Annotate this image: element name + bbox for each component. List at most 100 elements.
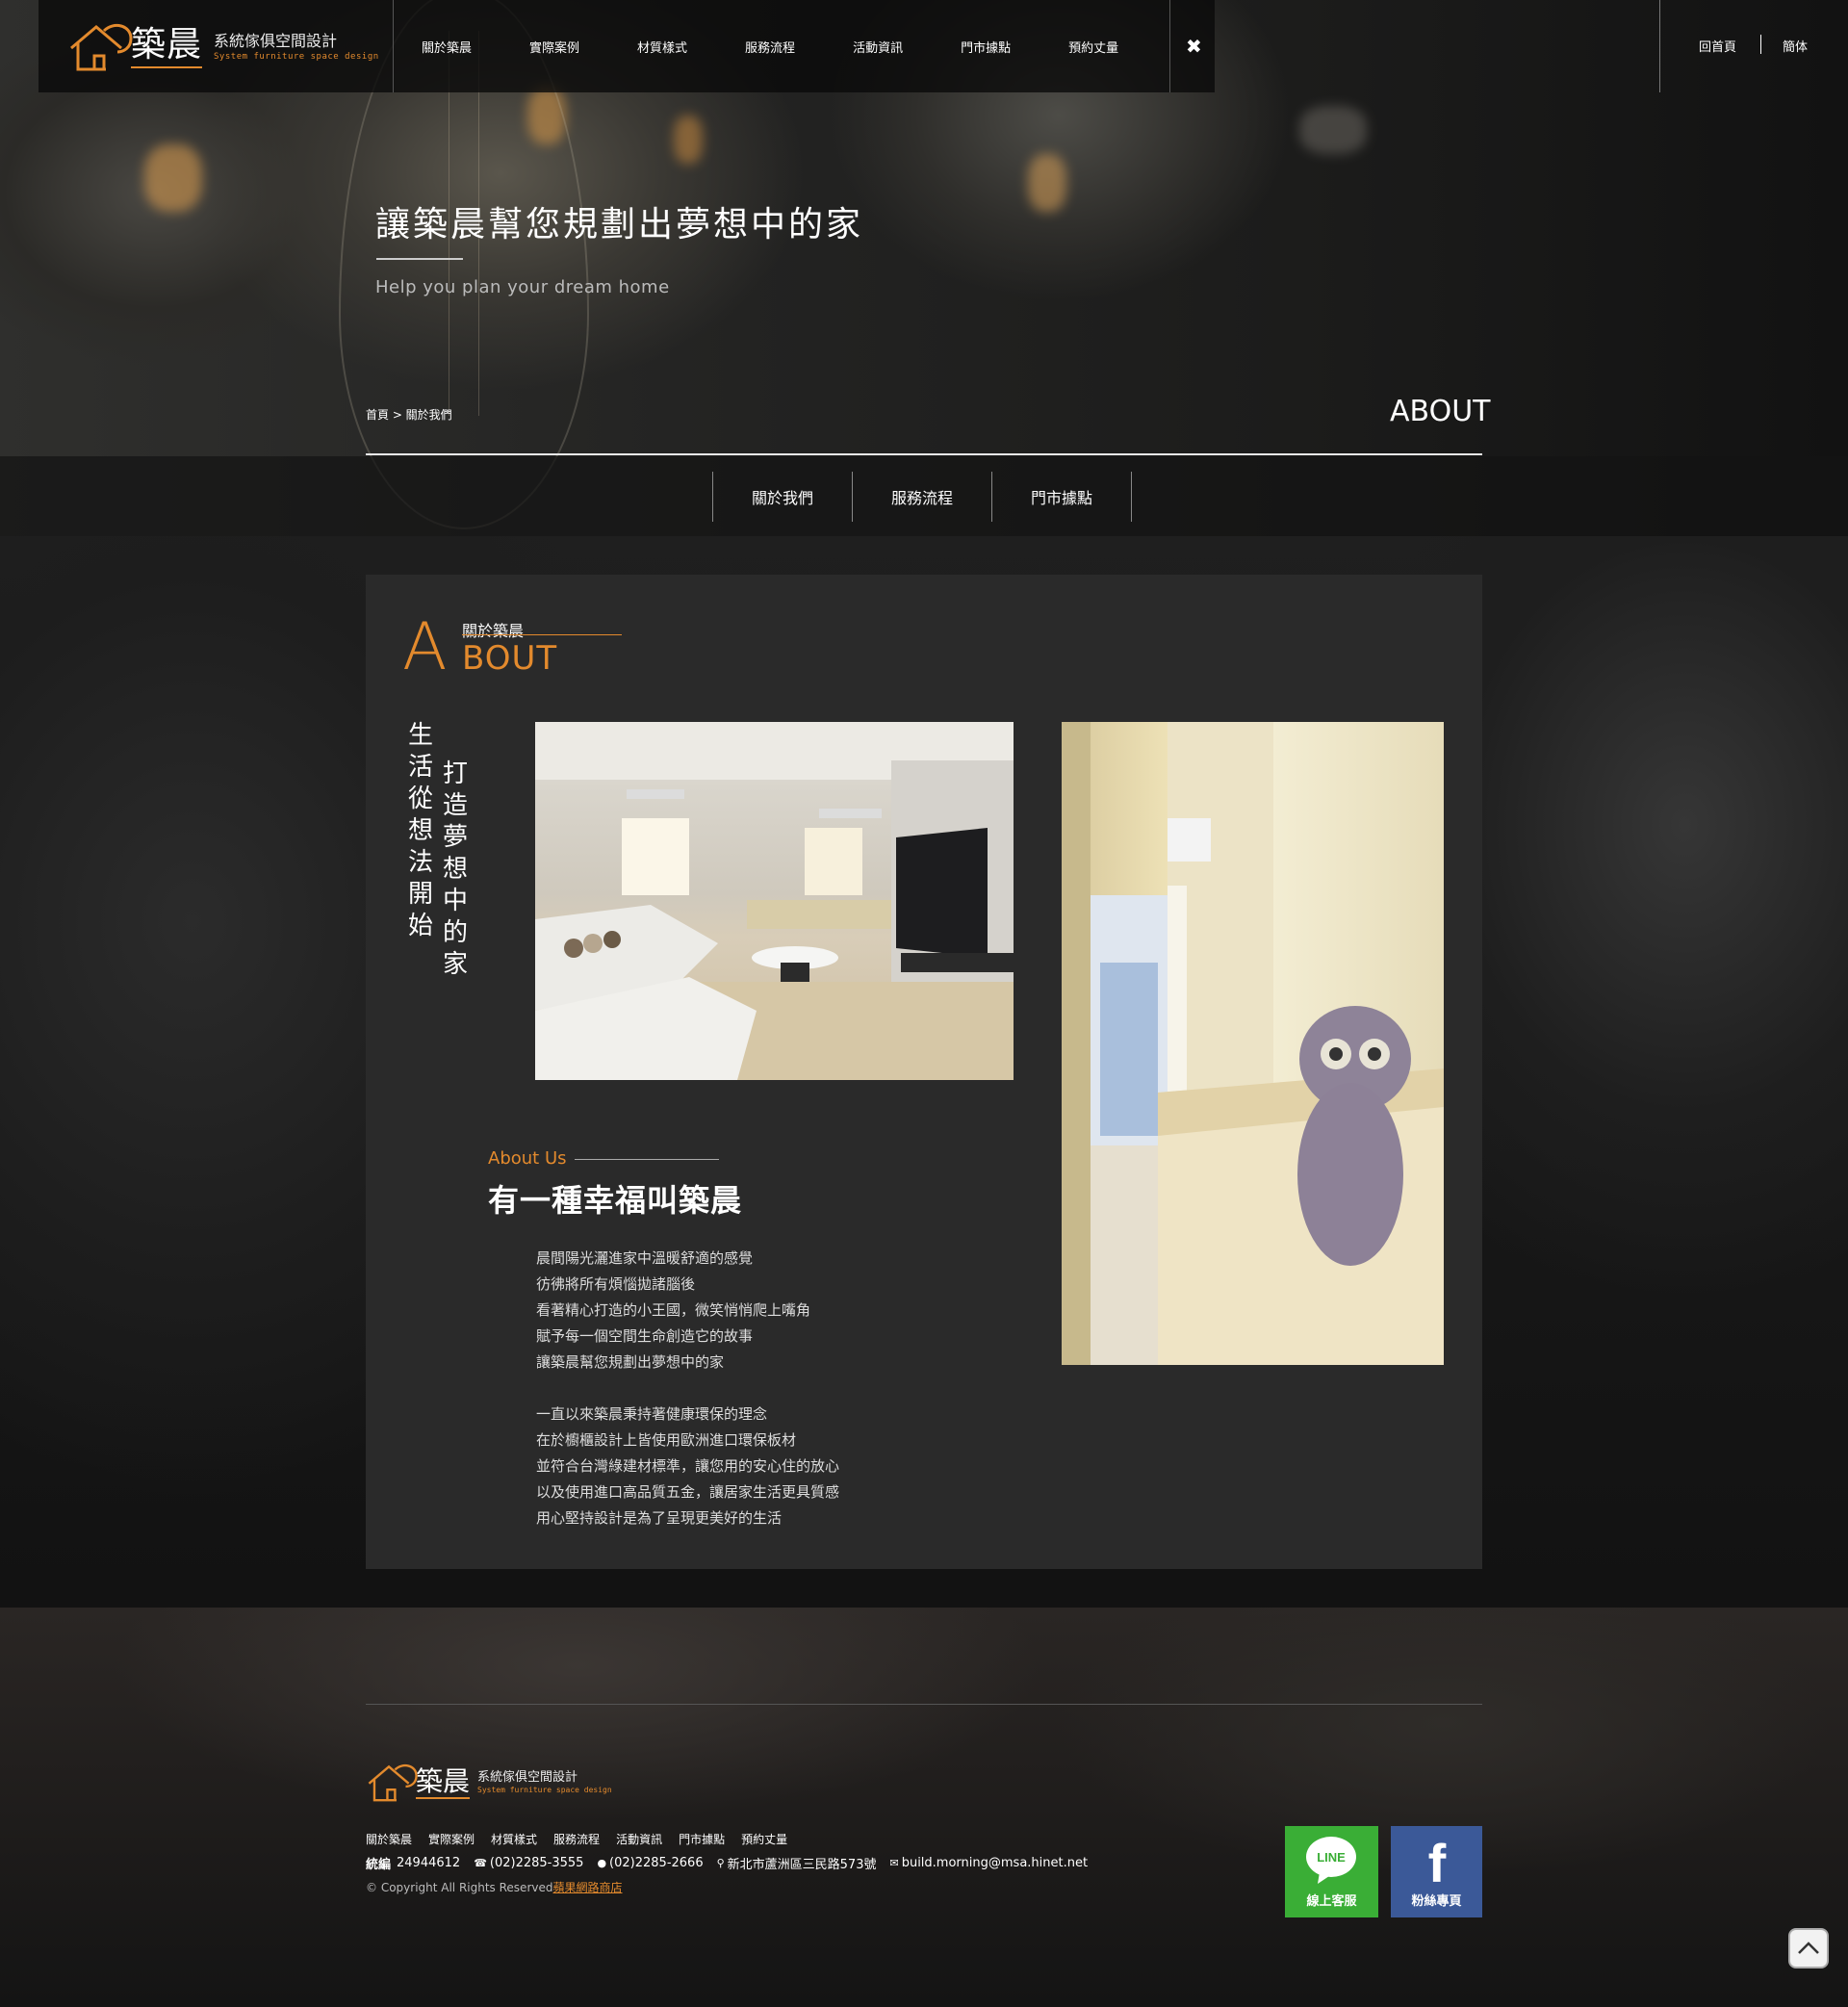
map-pin-icon: ⚲ bbox=[716, 1857, 725, 1869]
copyright-text: © Copyright All Rights Reserved bbox=[366, 1881, 553, 1894]
bokeh-light bbox=[144, 144, 202, 212]
about-us-label: About Us bbox=[488, 1148, 567, 1169]
brand-name: 築晨 bbox=[131, 26, 203, 68]
footer-tagline-en: System furniture space design bbox=[477, 1786, 612, 1794]
hallway-photo bbox=[1062, 722, 1444, 1365]
about-paragraph-1: 晨間陽光灑進家中溫暖舒適的感覺 彷彿將所有煩惱拋諸腦後 看著精心打造的小王國，微… bbox=[536, 1246, 810, 1376]
chevron-up-icon bbox=[1798, 1942, 1819, 1954]
bokeh-light bbox=[1299, 106, 1367, 154]
footer-nav-cases[interactable]: 實際案例 bbox=[428, 1831, 475, 1847]
address-value: 新北市蘆洲區三民路573號 bbox=[727, 1858, 877, 1872]
footer-nav-events[interactable]: 活動資訊 bbox=[616, 1831, 662, 1847]
footer-nav-stores[interactable]: 門市據點 bbox=[679, 1831, 725, 1847]
facebook-logo-text: f bbox=[1428, 1833, 1447, 1893]
slogan-char: 造 bbox=[442, 791, 468, 820]
site-logo[interactable]: 築晨 系統傢俱空間設計 System furniture space desig… bbox=[67, 19, 385, 75]
house-logo-icon bbox=[368, 1763, 418, 1802]
tax-id-label: 統編 bbox=[366, 1858, 392, 1872]
footer-nav-materials[interactable]: 材質樣式 bbox=[491, 1831, 537, 1847]
header-divider bbox=[1169, 0, 1170, 92]
footer-nav: 關於築晨 實際案例 材質樣式 服務流程 活動資訊 門市據點 預約丈量 bbox=[366, 1831, 804, 1847]
about-paragraph-2: 一直以來築晨秉持著健康環保的理念 在於櫥櫃設計上皆使用歐洲進口環保板材 並符合台… bbox=[536, 1402, 839, 1531]
brand-tagline-en: System furniture space design bbox=[214, 52, 379, 62]
line-logo-text: LINE bbox=[1317, 1850, 1346, 1865]
paragraph-line: 彷彿將所有煩惱拋諸腦後 bbox=[536, 1275, 696, 1293]
fax-value: (02)2285-2666 bbox=[609, 1856, 704, 1870]
fax: ● (02)2285-2666 bbox=[597, 1856, 703, 1870]
footer-brand-tagline: 系統傢俱空間設計 System furniture space design bbox=[477, 1770, 612, 1795]
bokeh-light bbox=[674, 116, 703, 164]
vertical-slogan-left: 生 活 從 想 法 開 始 bbox=[406, 720, 435, 942]
paragraph-line: 晨間陽光灑進家中溫暖舒適的感覺 bbox=[536, 1249, 754, 1267]
facebook-fan-page-button[interactable]: f 粉絲專頁 bbox=[1391, 1826, 1482, 1917]
line-customer-service-button[interactable]: LINE 線上客服 bbox=[1285, 1826, 1378, 1917]
nav-item-cases[interactable]: 實際案例 bbox=[529, 38, 579, 56]
about-big-letter: A bbox=[402, 609, 448, 685]
slogan-char: 夢 bbox=[442, 823, 468, 852]
slogan-char: 法 bbox=[407, 848, 433, 877]
footer-brand-name: 築晨 bbox=[416, 1765, 471, 1799]
tax-id: 統編 24944612 bbox=[366, 1854, 460, 1872]
about-headline: 有一種幸福叫築晨 bbox=[488, 1182, 743, 1219]
main-nav: 關於築晨 實際案例 材質樣式 服務流程 活動資訊 門市據點 預約丈量 bbox=[422, 0, 1118, 92]
copyright: © Copyright All Rights Reserved蘋果網路商店 bbox=[366, 1879, 623, 1895]
divider bbox=[1760, 35, 1761, 54]
facebook-label: 粉絲專頁 bbox=[1411, 1894, 1462, 1909]
tax-id-value: 24944612 bbox=[397, 1856, 461, 1870]
slogan-char: 從 bbox=[407, 785, 433, 813]
slogan-char: 家 bbox=[442, 950, 468, 979]
house-logo-icon bbox=[70, 23, 133, 71]
breadcrumb[interactable]: 首頁 > 關於我們 bbox=[366, 406, 452, 423]
living-room-photo bbox=[535, 722, 1014, 1080]
section-label: ABOUT bbox=[1390, 395, 1491, 428]
slogan-char: 的 bbox=[442, 918, 468, 947]
bokeh-light bbox=[1028, 154, 1066, 212]
nav-item-booking[interactable]: 預約丈量 bbox=[1068, 38, 1118, 56]
about-title-en: BOUT bbox=[462, 639, 558, 678]
header-divider bbox=[393, 0, 394, 92]
nav-item-about[interactable]: 關於築晨 bbox=[422, 38, 472, 56]
hero-rule bbox=[376, 258, 463, 260]
brand-tagline: 系統傢俱空間設計 System furniture space design bbox=[214, 32, 379, 63]
subnav-item-process[interactable]: 服務流程 bbox=[853, 472, 991, 522]
footer-contact-info: 統編 24944612 ☎ (02)2285-3555 ● (02)2285-2… bbox=[366, 1854, 1101, 1872]
slogan-char: 打 bbox=[442, 759, 468, 788]
slogan-char: 始 bbox=[407, 912, 433, 940]
footer-tagline-zh: 系統傢俱空間設計 bbox=[477, 1770, 578, 1785]
close-icon[interactable]: ✖ bbox=[1186, 35, 1202, 58]
nav-item-events[interactable]: 活動資訊 bbox=[853, 38, 903, 56]
email-link[interactable]: build.morning@msa.hinet.net bbox=[902, 1856, 1088, 1870]
footer-nav-about[interactable]: 關於築晨 bbox=[366, 1831, 412, 1847]
address: ⚲ 新北市蘆洲區三民路573號 bbox=[717, 1854, 877, 1872]
back-to-top-button[interactable] bbox=[1788, 1928, 1829, 1968]
paragraph-line: 在於櫥櫃設計上皆使用歐洲進口環保板材 bbox=[536, 1431, 797, 1449]
nav-item-materials[interactable]: 材質樣式 bbox=[637, 38, 687, 56]
phone-value: (02)2285-3555 bbox=[489, 1856, 584, 1870]
footer-nav-booking[interactable]: 預約丈量 bbox=[741, 1831, 787, 1847]
slogan-char: 想 bbox=[407, 816, 433, 845]
slogan-char: 想 bbox=[442, 855, 468, 884]
subnav-item-about[interactable]: 關於我們 bbox=[713, 472, 852, 522]
subnav-item-stores[interactable]: 門市據點 bbox=[992, 472, 1131, 522]
paragraph-line: 一直以來築晨秉持著健康環保的理念 bbox=[536, 1405, 768, 1423]
footer-nav-process[interactable]: 服務流程 bbox=[553, 1831, 600, 1847]
paragraph-line: 賦予每一個空間生命創造它的故事 bbox=[536, 1327, 754, 1345]
paragraph-line: 並符合台灣綠建材標準，讓您用的安心住的放心 bbox=[536, 1457, 840, 1475]
footer-logo[interactable]: 築晨 系統傢俱空間設計 System furniture space desig… bbox=[366, 1761, 626, 1805]
paragraph-line: 以及使用進口高品質五金，讓居家生活更具質感 bbox=[536, 1483, 840, 1501]
line-label: 線上客服 bbox=[1306, 1894, 1357, 1909]
about-title-rule bbox=[462, 634, 622, 635]
home-link[interactable]: 回首頁 bbox=[1699, 37, 1736, 55]
language-link[interactable]: 簡体 bbox=[1783, 37, 1808, 55]
line-icon: LINE bbox=[1306, 1837, 1356, 1884]
paragraph-line: 看著精心打造的小王國，微笑悄悄爬上嘴角 bbox=[536, 1301, 811, 1319]
slogan-char: 中 bbox=[442, 887, 468, 915]
nav-item-stores[interactable]: 門市據點 bbox=[961, 38, 1011, 56]
sub-nav: 關於我們 服務流程 門市據點 bbox=[712, 472, 1132, 522]
hero-subtitle: Help you plan your dream home bbox=[375, 277, 670, 297]
envelope-icon: ✉ bbox=[889, 1857, 899, 1869]
divider bbox=[1659, 0, 1660, 92]
designer-link[interactable]: 蘋果網路商店 bbox=[552, 1881, 622, 1894]
phone-icon: ☎ bbox=[474, 1857, 487, 1869]
nav-item-process[interactable]: 服務流程 bbox=[745, 38, 795, 56]
